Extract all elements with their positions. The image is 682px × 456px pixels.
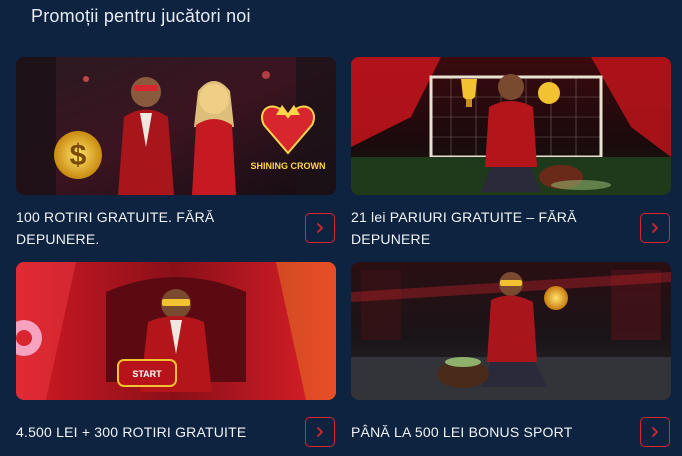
promo-4-open-button[interactable] bbox=[640, 417, 670, 447]
start-button-graphic-text: START bbox=[132, 369, 162, 379]
promo-1-illustration: $ SHINING CROWN bbox=[16, 57, 336, 195]
promo-4-illustration bbox=[351, 262, 671, 400]
promo-caption-1-line1: 100 ROTIRI GRATUITE. FĂRĂ bbox=[16, 209, 215, 225]
shining-crown-logo-text: SHINING CROWN bbox=[251, 161, 326, 171]
promo-image-3[interactable]: START bbox=[16, 262, 336, 400]
promo-caption-3-line1: 4.500 LEI + 300 ROTIRI GRATUITE bbox=[16, 424, 247, 440]
promo-2-illustration bbox=[351, 57, 671, 195]
promo-image-2[interactable] bbox=[351, 57, 671, 195]
promo-caption-1-line2: DEPUNERE. bbox=[16, 231, 100, 247]
promo-caption-2-line1: 21 lei PARIURI GRATUITE – FĂRĂ bbox=[351, 209, 577, 225]
promo-image-4[interactable] bbox=[351, 262, 671, 400]
promo-2-open-button[interactable] bbox=[640, 213, 670, 243]
promo-caption-2-line2: DEPUNERE bbox=[351, 231, 431, 247]
promo-3-open-button[interactable] bbox=[305, 417, 335, 447]
promo-caption-2[interactable]: 21 lei PARIURI GRATUITE – FĂRĂ DEPUNERE bbox=[351, 206, 621, 250]
promo-image-1[interactable]: $ SHINING CROWN bbox=[16, 57, 336, 195]
chevron-right-icon bbox=[317, 427, 323, 437]
chevron-right-icon bbox=[317, 223, 323, 233]
svg-text:$: $ bbox=[70, 139, 87, 172]
promo-caption-4[interactable]: PÂNĂ LA 500 LEI BONUS SPORT bbox=[351, 421, 631, 443]
promo-1-open-button[interactable] bbox=[305, 213, 335, 243]
promo-caption-3[interactable]: 4.500 LEI + 300 ROTIRI GRATUITE bbox=[16, 421, 296, 443]
promotions-page: Promoții pentru jucători noi $ SHINING C… bbox=[0, 0, 682, 456]
section-title: Promoții pentru jucători noi bbox=[31, 6, 251, 26]
promo-caption-4-line1: PÂNĂ LA 500 LEI BONUS SPORT bbox=[351, 424, 573, 440]
promo-3-illustration: START bbox=[16, 262, 336, 400]
chevron-right-icon bbox=[652, 427, 658, 437]
promo-caption-1[interactable]: 100 ROTIRI GRATUITE. FĂRĂ DEPUNERE. bbox=[16, 206, 286, 250]
chevron-right-icon bbox=[652, 223, 658, 233]
